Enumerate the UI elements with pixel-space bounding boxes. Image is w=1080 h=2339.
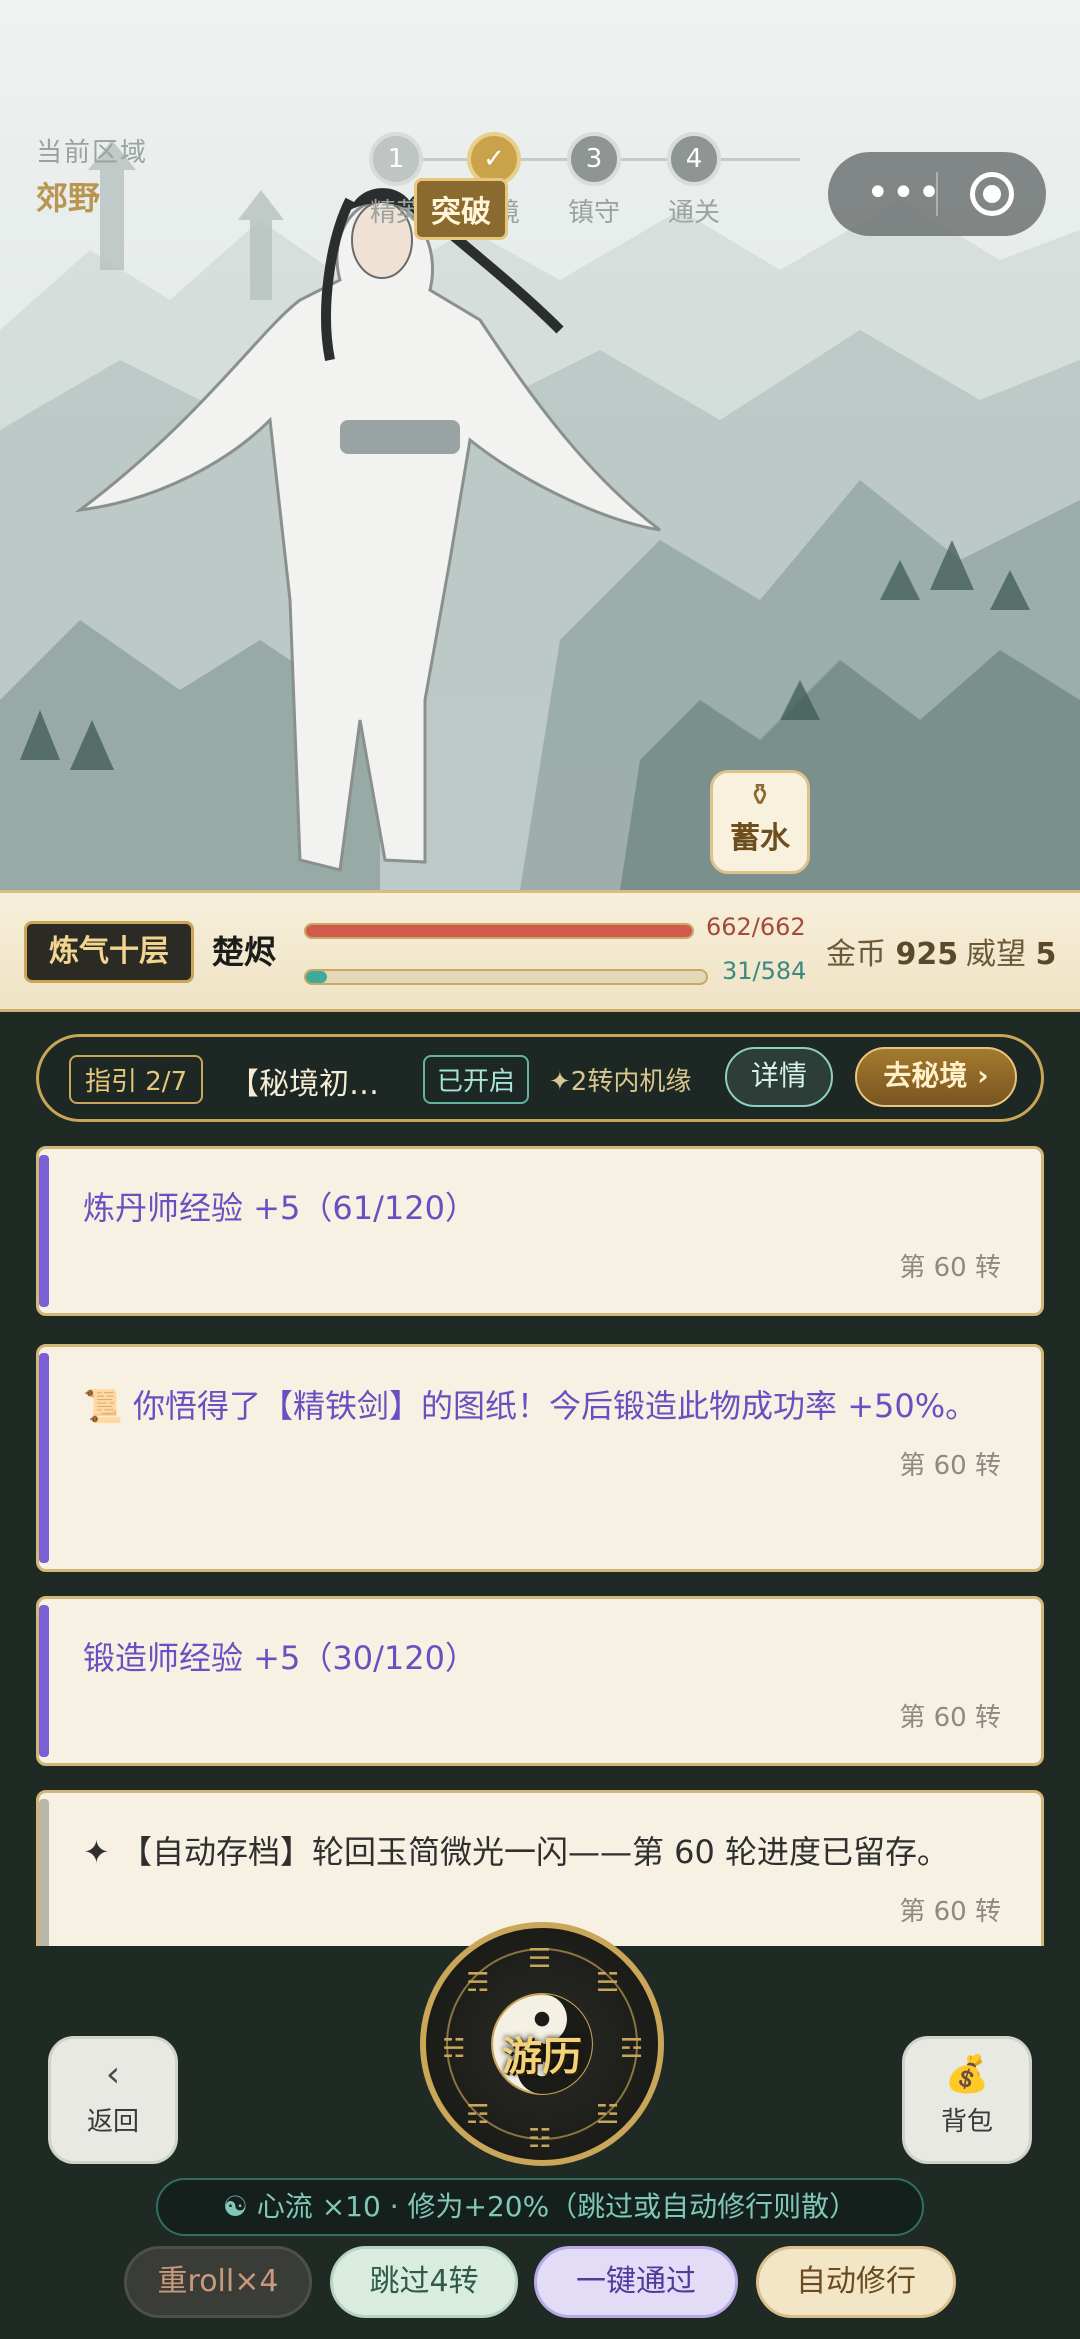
target-icon[interactable] bbox=[970, 172, 1014, 216]
stage-3-label: 镇守 bbox=[567, 198, 620, 228]
travel-button[interactable]: ☰ ☷ ☵ ☲ ☴ ☱ ☶ ☳ 游历 bbox=[420, 1922, 664, 2166]
current-region: 当前区域 郊野 bbox=[36, 132, 148, 219]
mp-bar-fill bbox=[306, 971, 328, 983]
prestige-stat: 威望 5 bbox=[966, 929, 1056, 973]
charge-water-button[interactable]: ⚱ 蓄水 bbox=[710, 770, 810, 874]
hp-bar bbox=[304, 923, 694, 939]
skip-turns-button[interactable]: 跳过4转 bbox=[330, 2246, 518, 2318]
player-status-bar: 炼气十层 楚烬 662/662 31/584 金币 925 威望 5 bbox=[0, 890, 1080, 1012]
log-entry: 📜 你悟得了【精铁剑】的图纸！今后锻造此物成功率 +50%。 第 60 转 bbox=[36, 1344, 1044, 1572]
guide-chance: ✦2转内机缘 bbox=[549, 1067, 692, 1097]
more-icon[interactable]: ••• bbox=[866, 170, 943, 216]
gold-stat: 金币 925 bbox=[826, 929, 958, 973]
travel-label: 游历 bbox=[502, 2034, 582, 2080]
detail-button[interactable]: 详情 bbox=[725, 1047, 833, 1107]
guide-title: 【秘境初… bbox=[229, 1067, 379, 1102]
flow-state-banner: ☯ 心流 ×10 · 修为+20%（跳过或自动修行则散） bbox=[156, 2178, 924, 2236]
stage-4[interactable]: 4 通关 bbox=[664, 132, 724, 229]
prestige-value: 5 bbox=[1035, 937, 1057, 972]
stage-3-dot: 3 bbox=[567, 132, 621, 186]
guide-bar: 指引 2/7 【秘境初… 已开启 ✦2转内机缘 详情 去秘境 › bbox=[36, 1034, 1044, 1122]
bag-button[interactable]: 💰 背包 bbox=[902, 2036, 1032, 2164]
charge-water-label: 蓄水 bbox=[730, 821, 790, 856]
realm-badge: 炼气十层 bbox=[24, 921, 194, 983]
hp-bar-fill bbox=[306, 925, 692, 937]
go-secret-realm-button[interactable]: 去秘境 › bbox=[855, 1047, 1017, 1107]
trigram-icon: ☱ bbox=[596, 1968, 620, 1998]
trigram-icon: ☴ bbox=[466, 1968, 490, 1998]
breakthrough-badge: 突破 bbox=[414, 178, 508, 240]
mp-bar bbox=[304, 969, 708, 985]
log-entry-text: 锻造师经验 +5（30/120） bbox=[83, 1639, 477, 1677]
capsule-divider bbox=[936, 172, 938, 216]
reroll-button[interactable]: 重roll×4 bbox=[124, 2246, 312, 2318]
back-button[interactable]: ‹ 返回 bbox=[48, 2036, 178, 2164]
back-label: 返回 bbox=[86, 2107, 139, 2137]
region-name: 郊野 bbox=[36, 179, 101, 217]
vase-icon: ⚱ bbox=[747, 778, 773, 813]
hp-value: 662/662 bbox=[706, 913, 806, 941]
stage-1-dot: 1 bbox=[369, 132, 423, 186]
stage-4-dot: 4 bbox=[667, 132, 721, 186]
gold-label: 金币 bbox=[826, 937, 886, 972]
gold-value: 925 bbox=[895, 937, 959, 972]
one-click-pass-button[interactable]: 一键通过 bbox=[534, 2246, 738, 2318]
money-bag-icon: 💰 bbox=[944, 2054, 990, 2095]
bag-label: 背包 bbox=[940, 2107, 993, 2137]
log-entry-text: 📜 你悟得了【精铁剑】的图纸！今后锻造此物成功率 +50%。 bbox=[83, 1387, 978, 1425]
guide-status-badge: 已开启 bbox=[423, 1055, 530, 1104]
chevron-left-icon: ‹ bbox=[105, 2054, 121, 2095]
trigram-icon: ☰ bbox=[528, 1944, 552, 1974]
region-label: 当前区域 bbox=[36, 138, 149, 168]
log-entry-turn: 第 60 转 bbox=[899, 1253, 1001, 1283]
player-name: 楚烬 bbox=[212, 933, 277, 971]
mp-value: 31/584 bbox=[722, 957, 807, 985]
log-entry: 炼丹师经验 +5（61/120） 第 60 转 bbox=[36, 1146, 1044, 1316]
stage-4-label: 通关 bbox=[667, 198, 720, 228]
event-log[interactable]: 炼丹师经验 +5（61/120） 第 60 转 📜 你悟得了【精铁剑】的图纸！今… bbox=[36, 1146, 1044, 1946]
prestige-label: 威望 bbox=[966, 937, 1026, 972]
auto-cultivate-button[interactable]: 自动修行 bbox=[756, 2246, 956, 2318]
trigram-icon: ☳ bbox=[596, 2100, 620, 2130]
log-entry-turn: 第 60 转 bbox=[899, 1703, 1001, 1733]
guide-step: 指引 2/7 bbox=[69, 1055, 204, 1104]
scene-illustration: 当前区域 郊野 1 精英 ✓ 秘境 3 镇守 4 通关 突破 ••• ⚱ 蓄水 bbox=[0, 0, 1080, 890]
trigram-icon: ☶ bbox=[466, 2100, 490, 2130]
stage-3[interactable]: 3 镇守 bbox=[564, 132, 624, 229]
mini-program-capsule: ••• bbox=[828, 152, 1046, 236]
log-entry: 锻造师经验 +5（30/120） 第 60 转 bbox=[36, 1596, 1044, 1766]
trigram-icon: ☷ bbox=[528, 2124, 552, 2154]
log-entry-text: ✦ 【自动存档】轮回玉简微光一闪——第 60 轮进度已留存。 bbox=[83, 1833, 950, 1871]
log-entry-turn: 第 60 转 bbox=[899, 1451, 1001, 1481]
log-entry-text: 炼丹师经验 +5（61/120） bbox=[83, 1189, 477, 1227]
